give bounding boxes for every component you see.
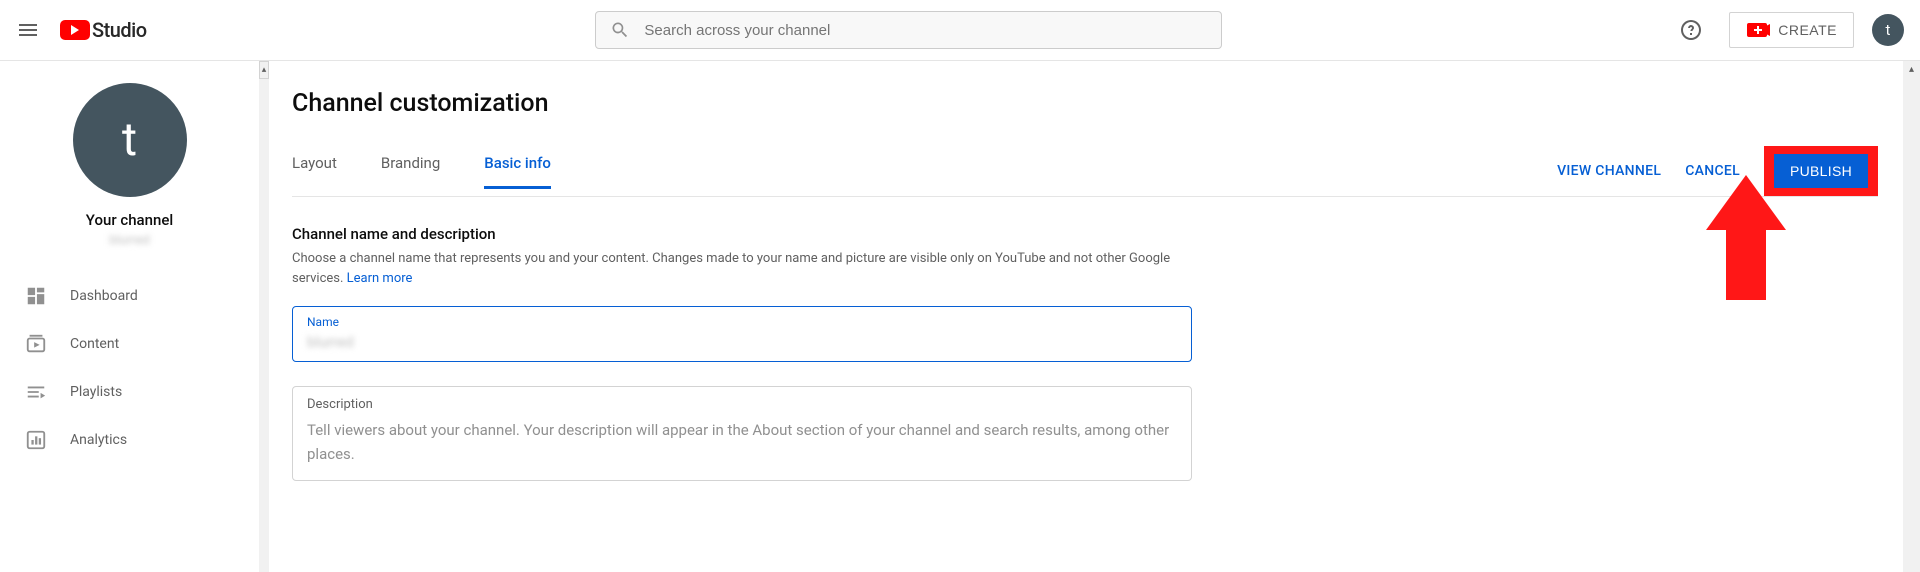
content-icon <box>24 332 48 356</box>
publish-highlight: PUBLISH <box>1764 146 1878 196</box>
main-content: Channel customization Layout Branding Ba… <box>260 61 1920 572</box>
sidebar-item-content[interactable]: Content <box>0 320 259 368</box>
help-icon[interactable] <box>1671 10 1711 50</box>
name-section-heading: Channel name and description <box>292 225 1192 243</box>
search-container <box>147 11 1672 49</box>
learn-more-link[interactable]: Learn more <box>347 271 413 286</box>
tabs-row: Layout Branding Basic info VIEW CHANNEL … <box>292 146 1878 197</box>
channel-label: Your channel <box>0 211 259 229</box>
description-placeholder: Tell viewers about your channel. Your de… <box>307 418 1177 466</box>
create-button[interactable]: CREATE <box>1729 12 1854 48</box>
name-field[interactable]: Name blurred <box>292 306 1192 362</box>
name-field-label: Name <box>307 315 1177 329</box>
view-channel-button[interactable]: VIEW CHANNEL <box>1557 163 1661 179</box>
dashboard-icon <box>24 284 48 308</box>
sidebar-item-label: Playlists <box>70 384 122 400</box>
description-label: Description <box>307 397 1177 412</box>
page-title: Channel customization <box>292 89 1878 118</box>
playlists-icon <box>24 380 48 404</box>
sidebar-nav: Dashboard Content Playlists Analytics <box>0 272 259 464</box>
name-section-helper: Choose a channel name that represents yo… <box>292 249 1192 288</box>
channel-avatar-large[interactable]: t <box>73 83 187 197</box>
analytics-icon <box>24 428 48 452</box>
tabs: Layout Branding Basic info <box>292 154 551 189</box>
sidebar-item-label: Dashboard <box>70 288 138 304</box>
action-buttons: VIEW CHANNEL CANCEL PUBLISH <box>1557 146 1878 196</box>
sidebar-item-analytics[interactable]: Analytics <box>0 416 259 464</box>
channel-name-blurred: blurred <box>0 233 259 248</box>
sidebar-item-label: Content <box>70 336 119 352</box>
tab-branding[interactable]: Branding <box>381 154 440 189</box>
search-icon <box>610 20 630 40</box>
create-label: CREATE <box>1778 22 1837 38</box>
page-scrollbar[interactable]: ▴ <box>1903 61 1920 572</box>
search-box[interactable] <box>595 11 1222 49</box>
scroll-up-icon[interactable]: ▴ <box>1903 61 1920 78</box>
menu-icon[interactable] <box>16 18 40 42</box>
logo-text: Studio <box>92 18 147 42</box>
app-body: t Your channel blurred Dashboard Content… <box>0 61 1920 572</box>
sidebar-item-playlists[interactable]: Playlists <box>0 368 259 416</box>
cancel-button[interactable]: CANCEL <box>1685 163 1740 179</box>
tab-layout[interactable]: Layout <box>292 154 337 189</box>
name-section: Channel name and description Choose a ch… <box>292 225 1192 481</box>
description-field[interactable]: Description Tell viewers about your chan… <box>292 386 1192 481</box>
publish-button[interactable]: PUBLISH <box>1774 154 1868 188</box>
avatar[interactable]: t <box>1872 14 1904 46</box>
app-header: Studio CREATE t <box>0 0 1920 61</box>
sidebar: t Your channel blurred Dashboard Content… <box>0 61 260 572</box>
name-field-value-blurred: blurred <box>307 333 1177 351</box>
header-actions: CREATE t <box>1671 10 1904 50</box>
sidebar-item-label: Analytics <box>70 432 127 448</box>
sidebar-item-dashboard[interactable]: Dashboard <box>0 272 259 320</box>
youtube-studio-logo[interactable]: Studio <box>60 18 147 42</box>
youtube-icon <box>60 20 90 40</box>
create-camera-icon <box>1746 22 1770 38</box>
tab-basic-info[interactable]: Basic info <box>484 154 551 189</box>
search-input[interactable] <box>644 22 1207 39</box>
